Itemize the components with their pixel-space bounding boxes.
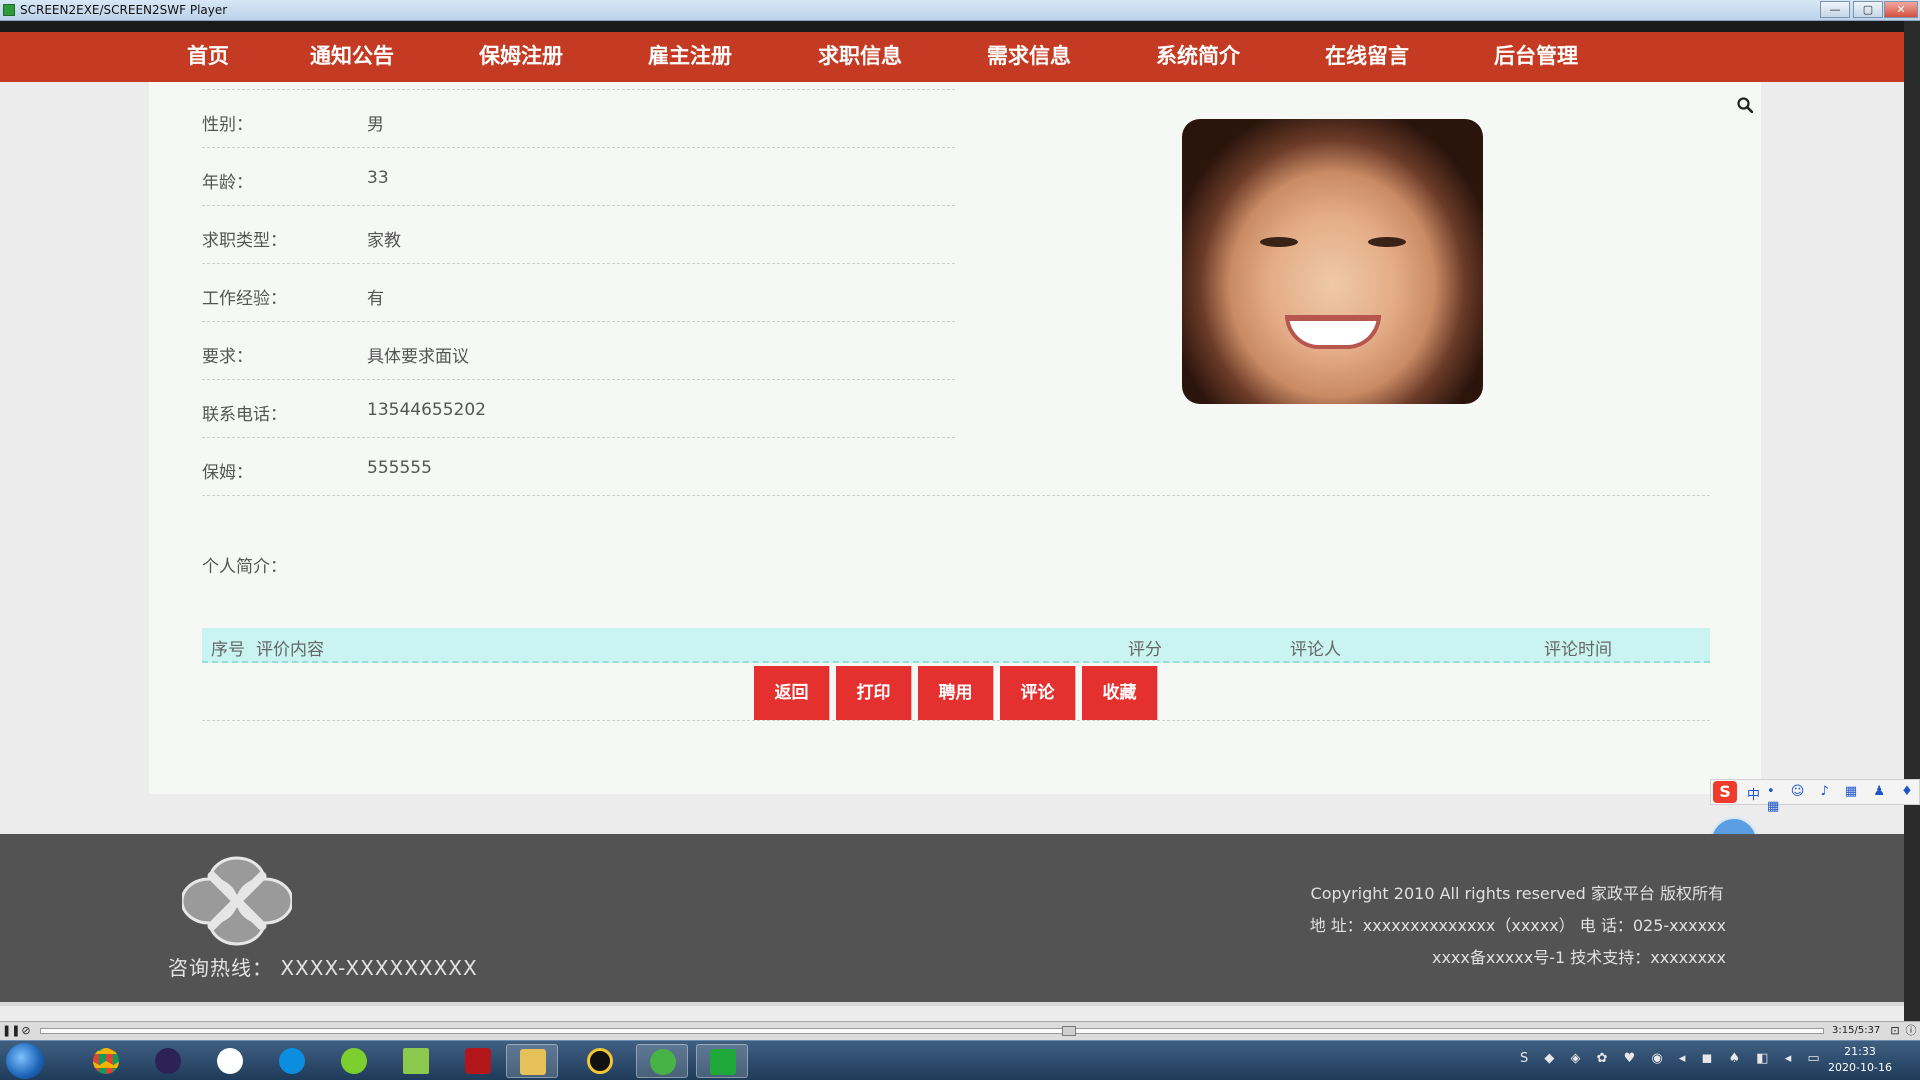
column-header-reviewer: 评论人 — [1290, 640, 1341, 660]
taskbar-clock[interactable]: 21:33 2020-10-16 — [1825, 1044, 1895, 1076]
nav-item-about[interactable]: 系统简介 — [1156, 32, 1240, 82]
search-icon[interactable] — [1737, 97, 1753, 113]
browser-top-strip — [0, 21, 1904, 32]
field-label: 要求： — [202, 347, 253, 367]
page-footer: 咨询热线： XXXX-XXXXXXXXX Copyright 2010 All … — [0, 834, 1904, 1006]
field-label: 工作经验： — [202, 289, 287, 309]
nav-item-demand[interactable]: 需求信息 — [987, 32, 1071, 82]
field-value: 13544655202 — [367, 400, 486, 420]
notepad-taskbar-icon[interactable] — [390, 1044, 442, 1078]
field-row-experience: 工作经验： 有 — [202, 264, 955, 322]
system-tray-icons[interactable]: S ◆ ◈ ✿ ♥ ◉ ◂ ◼ ♠ ◧ ◂ ▭ — [1520, 1051, 1826, 1066]
column-header-score: 评分 — [1128, 640, 1162, 660]
window-right-edge — [1904, 21, 1920, 1033]
ime-mode-toggle[interactable]: 中 — [1747, 784, 1760, 803]
flash-taskbar-icon[interactable] — [452, 1044, 504, 1078]
column-header-review-time: 评论时间 — [1544, 640, 1612, 660]
footer-copyright: Copyright 2010 All rights reserved 家政平台 … — [1310, 884, 1724, 903]
baidu-netdisk-taskbar-icon[interactable] — [204, 1044, 256, 1078]
field-row-nanny: 保姆： 555555 — [202, 438, 1710, 496]
photo-eye — [1368, 237, 1406, 247]
field-row-requirements: 要求： 具体要求面议 — [202, 322, 955, 380]
ime-toolbar[interactable]: S 中 • ☺ ♪ ▦ ♟ ♦ ▦ — [1710, 779, 1920, 814]
nav-item-admin[interactable]: 后台管理 — [1494, 32, 1578, 82]
field-value: 有 — [367, 289, 384, 309]
field-label: 联系电话： — [202, 405, 287, 425]
qq-taskbar-icon[interactable] — [574, 1044, 626, 1078]
fullscreen-icon[interactable]: ⊡ — [1888, 1024, 1902, 1037]
field-label: 年龄： — [202, 173, 253, 193]
rewind-icon[interactable]: ⊘ — [19, 1024, 33, 1037]
photo-smile — [1285, 315, 1381, 349]
chrome-taskbar-icon[interactable] — [80, 1044, 132, 1078]
nav-item-home[interactable]: 首页 — [187, 32, 229, 82]
main-nav: 首页 通知公告 保姆注册 雇主注册 求职信息 需求信息 系统简介 在线留言 后台… — [0, 32, 1904, 82]
start-button[interactable] — [6, 1043, 44, 1079]
field-row-phone: 联系电话： 13544655202 — [202, 380, 955, 438]
nav-item-messages[interactable]: 在线留言 — [1325, 32, 1409, 82]
playback-progress-track[interactable] — [40, 1026, 1824, 1036]
footer-icp: xxxx备xxxxx号-1 技术支持：xxxxxxxx — [1431, 948, 1726, 967]
game-taskbar-icon[interactable] — [328, 1044, 380, 1078]
playback-slider-handle[interactable] — [1062, 1026, 1076, 1036]
personal-intro-label: 个人简介： — [202, 557, 287, 577]
browser-taskbar-icon[interactable] — [266, 1044, 318, 1078]
back-button[interactable]: 返回 — [754, 666, 830, 720]
explorer-taskbar-icon[interactable] — [506, 1044, 558, 1078]
divider — [202, 720, 1710, 721]
clock-date: 2020-10-16 — [1828, 1061, 1892, 1074]
field-row-job-type: 求职类型： 家教 — [202, 206, 955, 264]
footer-bottom-line — [0, 1002, 1904, 1006]
ime-tool-icons[interactable]: • ☺ ♪ ▦ ♟ ♦ ▦ — [1767, 784, 1919, 814]
footer-hotline: 咨询热线： XXXX-XXXXXXXXX — [168, 956, 478, 980]
eclipse-taskbar-icon[interactable] — [142, 1044, 194, 1078]
field-value: 555555 — [367, 458, 432, 478]
footer-address: 地 址：xxxxxxxxxxxxxx（xxxxx） 电 话：025-xxxxxx — [1309, 916, 1726, 935]
field-value: 33 — [367, 168, 389, 188]
comments-table-header: 序号 评价内容 评分 评论人 评论时间 — [202, 628, 1710, 663]
window-title: SCREEN2EXE/SCREEN2SWF Player — [20, 3, 228, 17]
windows-taskbar: S ◆ ◈ ✿ ♥ ◉ ◂ ◼ ♠ ◧ ◂ ▭ 21:33 2020-10-16 — [0, 1040, 1920, 1080]
column-header-index: 序号 — [211, 640, 245, 660]
comment-button[interactable]: 评论 — [1000, 666, 1076, 720]
close-button[interactable]: ✕ — [1884, 1, 1918, 18]
column-header-content: 评价内容 — [256, 640, 324, 660]
pause-icon[interactable]: ❚❚ — [2, 1024, 20, 1037]
clock-time: 21:33 — [1844, 1045, 1876, 1058]
nav-item-employer-register[interactable]: 雇主注册 — [648, 32, 732, 82]
screen2exe-taskbar-icon[interactable] — [696, 1044, 748, 1078]
window-title-bar: SCREEN2EXE/SCREEN2SWF Player — ▢ ✕ — [0, 0, 1920, 21]
favorite-button[interactable]: 收藏 — [1082, 666, 1158, 720]
field-row-age: 年龄： 33 — [202, 148, 955, 206]
maximize-button[interactable]: ▢ — [1853, 1, 1883, 18]
print-button[interactable]: 打印 — [836, 666, 912, 720]
field-value: 男 — [367, 115, 384, 135]
sogou-ime-icon[interactable]: S — [1713, 781, 1737, 803]
field-row-gender: 性别： 男 — [202, 90, 955, 148]
minimize-button[interactable]: — — [1820, 1, 1850, 18]
player-control-bar: ❚❚ ⊘ 3:15/5:37 ⊡ ⓘ — [0, 1021, 1920, 1040]
field-value: 家教 — [367, 231, 401, 251]
field-value: 具体要求面议 — [367, 347, 469, 367]
photo-eye — [1260, 237, 1298, 247]
info-icon[interactable]: ⓘ — [1904, 1024, 1918, 1037]
wechat-taskbar-icon[interactable] — [636, 1044, 688, 1078]
profile-photo — [1182, 119, 1483, 404]
nav-item-nanny-register[interactable]: 保姆注册 — [479, 32, 563, 82]
site-logo — [182, 856, 292, 946]
field-label: 求职类型： — [202, 231, 287, 251]
field-label: 性别： — [202, 115, 253, 135]
app-icon — [3, 4, 15, 16]
nav-item-job-seeking[interactable]: 求职信息 — [818, 32, 902, 82]
nav-item-notices[interactable]: 通知公告 — [310, 32, 394, 82]
playback-time: 3:15/5:37 — [1832, 1025, 1881, 1036]
field-label: 保姆： — [202, 463, 253, 483]
hire-button[interactable]: 聘用 — [918, 666, 994, 720]
